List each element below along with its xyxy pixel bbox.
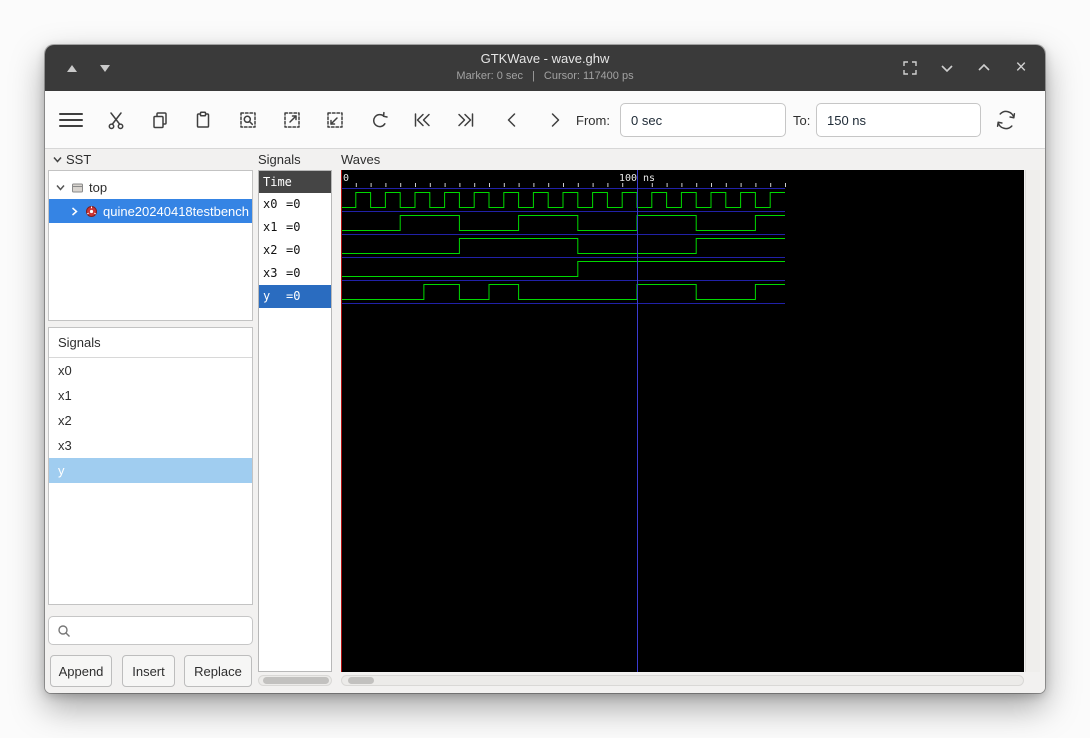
skip-to-start-icon[interactable] — [406, 104, 438, 136]
signal-row[interactable]: x1 =0 — [259, 216, 331, 239]
expander-right-icon[interactable] — [69, 206, 80, 217]
undo-icon[interactable] — [363, 104, 395, 136]
from-input[interactable] — [620, 103, 786, 137]
marker-status: Marker: 0 sec — [456, 70, 524, 82]
window-controls: × — [900, 45, 1031, 91]
chevron-up-icon[interactable] — [974, 58, 994, 78]
list-item[interactable]: y — [49, 458, 252, 483]
zoom-in-icon[interactable] — [276, 104, 308, 136]
tree-item-label: top — [89, 179, 108, 195]
titlebar[interactable]: GTKWave - wave.ghw Marker: 0 sec | Curso… — [45, 45, 1045, 91]
chevron-down-icon[interactable] — [937, 58, 957, 78]
menu-button[interactable] — [55, 104, 87, 136]
copy-icon[interactable] — [144, 104, 176, 136]
signal-list-hscrollbar[interactable] — [258, 675, 332, 686]
sst-tree-panel: top quine20240418testbench — [48, 170, 253, 321]
tree-item-top[interactable]: top — [49, 175, 252, 199]
list-item[interactable]: x2 — [49, 408, 252, 433]
search-icon — [57, 624, 71, 638]
reload-icon[interactable] — [990, 104, 1022, 136]
module-icon — [71, 181, 84, 194]
skip-to-end-icon[interactable] — [450, 104, 482, 136]
sst-label: SST — [66, 152, 92, 167]
list-item[interactable]: x0 — [49, 358, 252, 383]
maximize-icon[interactable] — [900, 58, 920, 78]
desktop: GTKWave - wave.ghw Marker: 0 sec | Curso… — [0, 0, 1090, 738]
search-input[interactable] — [77, 623, 253, 638]
signal-search-box — [48, 616, 253, 645]
signals-browser-panel: Signals x0 x1 x2 x3 y — [48, 327, 253, 605]
to-label: To: — [793, 112, 811, 128]
signal-row[interactable]: x3 =0 — [259, 262, 331, 285]
cursor-status: Cursor: 117400 ps — [543, 70, 634, 82]
component-icon — [85, 205, 98, 218]
next-edge-icon[interactable] — [539, 104, 571, 136]
zoom-fit-icon[interactable] — [232, 104, 264, 136]
paste-icon[interactable] — [187, 104, 219, 136]
scrollbar-thumb[interactable] — [348, 677, 374, 684]
toolbar: From: To: — [45, 91, 1045, 149]
signal-list-header: Signals — [258, 152, 301, 167]
cut-icon[interactable] — [100, 104, 132, 136]
signal-name-panel: Time x0 =0 x1 =0 x2 =0 x3 =0 y =0 — [258, 170, 332, 672]
signal-row[interactable]: x2 =0 — [259, 239, 331, 262]
wave-canvas[interactable]: 0 100 ns — [341, 170, 1024, 672]
list-item[interactable]: x1 — [49, 383, 252, 408]
window-title: GTKWave - wave.ghw — [480, 51, 610, 66]
zoom-out-icon[interactable] — [319, 104, 351, 136]
prev-edge-icon[interactable] — [496, 104, 528, 136]
to-input[interactable] — [816, 103, 981, 137]
scrollbar-thumb[interactable] — [263, 677, 329, 684]
time-header[interactable]: Time — [259, 171, 331, 193]
svg-text:0: 0 — [343, 173, 349, 184]
titlebar-status: Marker: 0 sec | Cursor: 117400 ps — [45, 70, 1045, 82]
insert-button[interactable]: Insert — [122, 655, 175, 687]
sst-pane-header: SST — [52, 152, 91, 167]
append-button[interactable]: Append — [50, 655, 112, 687]
from-label: From: — [576, 112, 610, 128]
signals-browser-header: Signals — [49, 328, 252, 358]
sst-collapse-icon[interactable] — [52, 154, 63, 165]
waves-vscrollbar[interactable] — [1025, 170, 1040, 672]
list-item[interactable]: x3 — [49, 433, 252, 458]
gtkwave-window: GTKWave - wave.ghw Marker: 0 sec | Curso… — [45, 45, 1045, 693]
main-content: SST top quine20240418testbench Signals x… — [45, 149, 1045, 693]
tree-item-label: quine20240418testbench — [103, 203, 250, 219]
replace-button[interactable]: Replace — [184, 655, 252, 687]
status-separator: | — [532, 70, 535, 82]
signal-row[interactable]: x0 =0 — [259, 193, 331, 216]
signal-row[interactable]: y =0 — [259, 285, 331, 308]
expander-down-icon[interactable] — [55, 182, 66, 193]
waves-header: Waves — [341, 152, 381, 167]
waves-hscrollbar[interactable] — [341, 675, 1024, 686]
close-icon[interactable]: × — [1011, 58, 1031, 78]
tree-item-testbench[interactable]: quine20240418testbench — [49, 199, 252, 223]
waveform-svg: 0 100 ns — [341, 170, 786, 672]
